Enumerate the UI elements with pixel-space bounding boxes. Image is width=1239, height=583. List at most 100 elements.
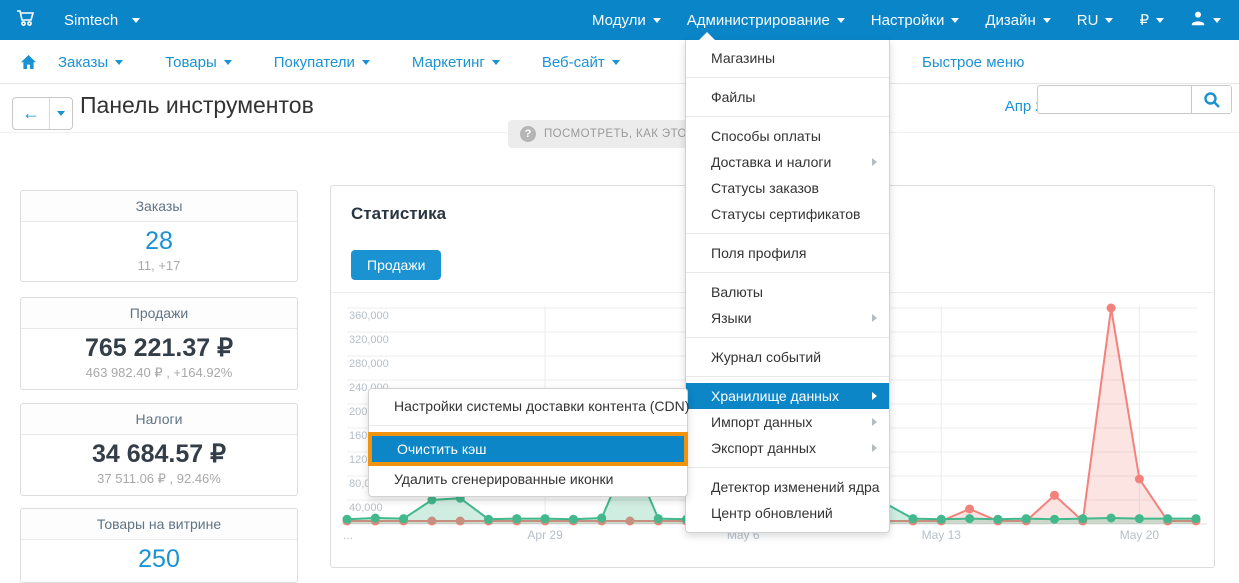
- storage-submenu-item[interactable]: Удалить сгенерированные иконки: [369, 466, 687, 492]
- topbar-menu-language[interactable]: RU: [1077, 12, 1114, 29]
- back-dropdown-button[interactable]: [50, 98, 72, 129]
- menu-item-label: Доставка и налоги: [711, 154, 831, 170]
- quick-menu-label: Быстрое меню: [922, 54, 1024, 71]
- topbar-menu-label: Настройки: [871, 12, 945, 29]
- menu-item-label: Удалить сгенерированные иконки: [394, 471, 613, 487]
- admin-menu-item[interactable]: Центр обновлений: [686, 500, 889, 526]
- nav-item-orders[interactable]: Заказы: [58, 54, 123, 71]
- x-axis-label: ...: [343, 528, 353, 542]
- menu-item-label: Языки: [711, 310, 752, 326]
- card-subvalue: 463 982.40 ₽ , +164.92%: [21, 365, 297, 381]
- topbar-menus: Модули Администрирование Настройки Дизайн RU…: [592, 0, 1221, 40]
- question-icon: ?: [520, 126, 536, 142]
- menu-divider: [686, 467, 889, 468]
- topbar-menu-modules[interactable]: Модули: [592, 12, 661, 29]
- menu-item-label: Файлы: [711, 89, 755, 105]
- menu-item-label: Настройки системы доставки контента (CDN…: [394, 398, 689, 414]
- card-body: 2811, +17: [21, 222, 297, 281]
- menu-item-label: Импорт данных: [711, 414, 812, 430]
- chevron-right-icon: [872, 444, 877, 452]
- chevron-down-icon: [224, 60, 232, 65]
- card-title: Заказы: [21, 191, 297, 222]
- admin-menu-item[interactable]: Экспорт данных: [686, 435, 889, 461]
- chevron-right-icon: [872, 314, 877, 322]
- menu-notch-pointer: [699, 32, 715, 40]
- nav-item-label: Товары: [165, 54, 217, 71]
- admin-menu-item[interactable]: Импорт данных: [686, 409, 889, 435]
- menu-item-label: Экспорт данных: [711, 440, 816, 456]
- card-title: Налоги: [21, 404, 297, 435]
- topbar-menu-currency[interactable]: ₽: [1139, 11, 1164, 29]
- nav-item-label: Покупатели: [274, 54, 355, 71]
- x-axis-label: May 20: [1120, 528, 1159, 542]
- topbar-menu-label: RU: [1077, 12, 1099, 29]
- arrow-left-icon: ←: [22, 103, 40, 124]
- chevron-down-icon: [837, 18, 845, 23]
- admin-menu-item[interactable]: Файлы: [686, 84, 889, 110]
- menu-item-label: Детектор изменений ядра: [711, 479, 880, 495]
- nav-item-products[interactable]: Товары: [165, 54, 232, 71]
- menu-item-label: Статусы заказов: [711, 180, 819, 196]
- menu-divider: [686, 272, 889, 273]
- chevron-down-icon: [132, 18, 140, 23]
- home-icon[interactable]: [20, 54, 37, 75]
- nav-item-label: Маркетинг: [412, 54, 485, 71]
- admin-menu-item[interactable]: Валюты: [686, 279, 889, 305]
- menu-divider: [686, 77, 889, 78]
- card-subvalue: 37 511.06 ₽ , 92.46%: [21, 471, 297, 487]
- back-button[interactable]: ←: [13, 98, 50, 129]
- nav-item-website[interactable]: Веб-сайт: [542, 54, 620, 71]
- admin-menu-item[interactable]: Детектор изменений ядра: [686, 474, 889, 500]
- topbar-menu-settings[interactable]: Настройки: [871, 12, 960, 29]
- nav-item-marketing[interactable]: Маркетинг: [412, 54, 500, 71]
- back-button-group: ←: [12, 97, 73, 130]
- menu-divider: [686, 337, 889, 338]
- brand-menu[interactable]: Simtech: [64, 12, 140, 29]
- sales-tab-button[interactable]: Продажи: [351, 250, 441, 280]
- summary-card-3: Налоги34 684.57 ₽37 511.06 ₽ , 92.46%: [20, 403, 298, 496]
- quick-menu-link[interactable]: Быстрое меню: [922, 40, 1024, 84]
- menu-item-label: Валюты: [711, 284, 763, 300]
- card-body: 250: [21, 540, 297, 582]
- card-title: Товары на витрине: [21, 509, 297, 540]
- x-axis-label: Apr 29: [527, 528, 562, 542]
- card-value: 250: [21, 545, 297, 574]
- y-axis-label: 320,000: [349, 334, 389, 346]
- admin-dashboard: Simtech Модули Администрирование Настройки…: [0, 0, 1239, 580]
- chevron-right-icon: [872, 418, 877, 426]
- admin-menu-item[interactable]: Магазины: [686, 45, 889, 71]
- search-input[interactable]: [1038, 86, 1191, 113]
- brand-label: Simtech: [64, 12, 118, 29]
- page-title: Панель инструментов: [80, 92, 314, 119]
- menu-divider: [369, 425, 687, 426]
- admin-menu-item[interactable]: Журнал событий: [686, 344, 889, 370]
- cart-icon: [16, 9, 36, 32]
- storage-submenu-item[interactable]: Настройки системы доставки контента (CDN…: [369, 393, 687, 419]
- admin-menu-item[interactable]: Хранилище данных: [686, 383, 889, 409]
- admin-menu-item[interactable]: Доставка и налоги: [686, 149, 889, 175]
- admin-menu-item[interactable]: Статусы заказов: [686, 175, 889, 201]
- topbar-menu-label: ₽: [1139, 11, 1149, 29]
- chevron-down-icon: [57, 111, 65, 116]
- x-axis-label: May 13: [922, 528, 961, 542]
- chevron-down-icon: [492, 60, 500, 65]
- user-menu[interactable]: [1190, 10, 1221, 30]
- admin-menu-item[interactable]: Способы оплаты: [686, 123, 889, 149]
- nav-item-customers[interactable]: Покупатели: [274, 54, 370, 71]
- search-button[interactable]: [1191, 86, 1231, 113]
- search-box: [1037, 85, 1232, 114]
- admin-menu-item[interactable]: Языки: [686, 305, 889, 331]
- topbar-menu-design[interactable]: Дизайн: [985, 12, 1050, 29]
- storage-submenu-item[interactable]: Очистить кэш: [368, 432, 688, 466]
- card-subvalue: 11, +17: [21, 258, 297, 273]
- card-value: 765 221.37 ₽: [21, 334, 297, 363]
- menu-item-label: Хранилище данных: [711, 388, 839, 404]
- menu-divider: [686, 116, 889, 117]
- admin-menu-item[interactable]: Поля профиля: [686, 240, 889, 266]
- topbar-menu-administration[interactable]: Администрирование: [687, 12, 845, 29]
- summary-card-1: Заказы2811, +17: [20, 190, 298, 282]
- menu-divider: [686, 233, 889, 234]
- summary-card-4: Товары на витрине 250: [20, 508, 298, 583]
- y-axis-label: 40,000: [349, 502, 383, 514]
- admin-menu-item[interactable]: Статусы сертификатов: [686, 201, 889, 227]
